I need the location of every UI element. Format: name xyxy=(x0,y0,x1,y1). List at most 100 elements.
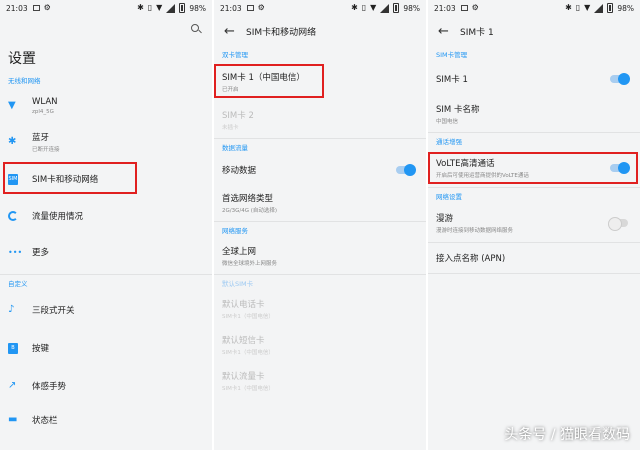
page-title: 设置 xyxy=(8,51,36,67)
sim1-item[interactable]: SIM卡 1（中国电信） 已开启 xyxy=(214,62,426,102)
notification-icon xyxy=(460,5,468,11)
roaming-toggle[interactable] xyxy=(608,217,628,231)
global-roaming-item[interactable]: 全球上网 微信全球境外上网服务 xyxy=(214,238,426,274)
data-usage-item[interactable]: 流量使用情况 xyxy=(0,198,212,234)
vibrate-icon: ▯ xyxy=(361,3,367,12)
status-time: 21:03 xyxy=(6,3,28,13)
buttons-title: 按键 xyxy=(32,344,50,354)
network-type-title: 首选网络类型 xyxy=(222,194,274,204)
global-sub: 微信全球境外上网服务 xyxy=(222,261,278,267)
statusbar-item[interactable]: ▬ 状态栏 xyxy=(0,405,212,435)
sim-network-panel: 21:03 ⚙ ✱ ▯ ▼ 98% ← SIM卡和移动网络 双卡管理 SIM卡 … xyxy=(214,0,426,450)
section-network: 网络设置 xyxy=(436,193,462,201)
notification-icon xyxy=(246,5,254,11)
default-data-title: 默认流量卡 xyxy=(222,372,265,382)
gestures-title: 体感手势 xyxy=(32,382,67,392)
bluetooth-status-icon: ✱ xyxy=(565,3,572,12)
settings-panel: 21:03 ⚙ ✱ ▯ ▼ 98% 设置 无线和网络 ▼ WLAN zpl4_5G… xyxy=(0,0,212,450)
statusbar-title: 状态栏 xyxy=(32,416,58,426)
apn-title: 接入点名称 (APN) xyxy=(436,254,506,264)
battery-icon xyxy=(393,3,400,13)
wifi-icon: ▼ xyxy=(8,100,16,111)
wifi-status-icon: ▼ xyxy=(370,3,377,12)
sim2-title: SIM卡 2 xyxy=(222,111,254,121)
default-sms-sub: SIM卡1（中国电信） xyxy=(222,350,274,356)
settings-notification-icon: ⚙ xyxy=(471,3,479,12)
section-sim: SIM卡管理 xyxy=(436,51,468,59)
sim1-panel: 21:03 ⚙ ✱ ▯ ▼ 98% ← SIM卡 1 SIM卡管理 SIM卡 1… xyxy=(428,0,640,450)
battery-percent: 98% xyxy=(617,3,634,13)
section-wireless: 无线和网络 xyxy=(8,77,41,85)
roaming-item[interactable]: 漫游 漫游时连接到移动数据网络服务 xyxy=(428,204,640,242)
data-usage-icon xyxy=(8,211,18,221)
default-sms-item: 默认短信卡 SIM卡1（中国电信） xyxy=(214,327,426,363)
section-default: 默认SIM卡 xyxy=(222,280,254,288)
section-data: 数据流量 xyxy=(222,144,248,152)
battery-icon xyxy=(607,3,614,13)
sim-network-item[interactable]: SIM SIM卡和移动网络 xyxy=(0,160,212,198)
statusbar-icon: ▬ xyxy=(8,414,18,425)
bluetooth-item[interactable]: ✱ 蓝牙已断开连接 xyxy=(0,124,212,160)
network-type-item[interactable]: 首选网络类型 2G/3G/4G (自动选择) xyxy=(214,185,426,221)
bluetooth-status-icon: ✱ xyxy=(137,3,144,12)
bluetooth-sub: 已断开连接 xyxy=(32,147,60,153)
wifi-status-icon: ▼ xyxy=(156,3,163,12)
settings-notification-icon: ⚙ xyxy=(257,3,265,12)
highlight-box xyxy=(428,152,638,184)
mobile-data-toggle[interactable] xyxy=(396,164,416,176)
watermark: 头条号 / 猫眼看数码 xyxy=(504,427,630,443)
signal-icon xyxy=(380,3,390,13)
back-arrow-icon[interactable]: ← xyxy=(224,24,246,39)
toolbar: ← SIM卡 1 xyxy=(428,16,640,46)
sim1-enable-item[interactable]: SIM卡 1 xyxy=(428,62,640,96)
notification-icon xyxy=(32,5,40,11)
signal-icon xyxy=(166,3,176,13)
battery-percent: 98% xyxy=(189,3,206,13)
back-arrow-icon[interactable]: ← xyxy=(438,24,460,39)
buttons-icon: B xyxy=(8,342,18,354)
gestures-item[interactable]: ↗ 体感手势 xyxy=(0,367,212,405)
page-title: SIM卡 1 xyxy=(460,27,494,38)
wlan-item[interactable]: ▼ WLAN zpl4_5G xyxy=(0,88,212,124)
signal-icon xyxy=(594,3,604,13)
roaming-sub: 漫游时连接到移动数据网络服务 xyxy=(436,228,514,234)
status-time: 21:03 xyxy=(434,3,456,13)
data-usage-title: 流量使用情况 xyxy=(32,212,84,222)
battery-percent: 98% xyxy=(403,3,420,13)
volte-item[interactable]: VoLTE高清通话 开启后可使用运营商提供的VoLTE通话 xyxy=(428,149,640,187)
default-sms-title: 默认短信卡 xyxy=(222,336,265,346)
default-data-item: 默认流量卡 SIM卡1（中国电信） xyxy=(214,363,426,399)
section-dual: 双卡管理 xyxy=(222,51,248,59)
section-custom: 自定义 xyxy=(8,280,28,288)
status-time: 21:03 xyxy=(220,3,242,13)
bell-icon: ♪ xyxy=(8,304,15,315)
settings-notification-icon: ⚙ xyxy=(43,3,51,12)
apn-item[interactable]: 接入点名称 (APN) xyxy=(428,243,640,273)
default-call-item: 默认电话卡 SIM卡1（中国电信） xyxy=(214,291,426,327)
mobile-data-title: 移动数据 xyxy=(222,166,257,176)
section-call: 通话增强 xyxy=(436,138,462,146)
alert-slider-item[interactable]: ♪ 三段式开关 xyxy=(0,291,212,329)
wlan-sub: zpl4_5G xyxy=(32,109,54,115)
wlan-title: WLAN xyxy=(32,97,58,107)
alert-slider-title: 三段式开关 xyxy=(32,306,75,316)
sim1-toggle[interactable] xyxy=(610,73,630,85)
toolbar: ← SIM卡和移动网络 xyxy=(214,16,426,46)
sim-name-title: SIM 卡名称 xyxy=(436,105,480,115)
sim-name-item[interactable]: SIM 卡名称中国电信 xyxy=(428,96,640,132)
search-icon[interactable] xyxy=(190,23,202,35)
bluetooth-title: 蓝牙 xyxy=(32,133,50,143)
gesture-icon: ↗ xyxy=(8,380,17,391)
bluetooth-status-icon: ✱ xyxy=(351,3,358,12)
highlight-box xyxy=(3,162,137,194)
bluetooth-icon: ✱ xyxy=(8,136,17,147)
more-item[interactable]: ••• 更多 xyxy=(0,234,212,270)
vibrate-icon: ▯ xyxy=(575,3,581,12)
sim-name-sub: 中国电信 xyxy=(436,119,459,125)
mobile-data-item[interactable]: 移动数据 xyxy=(214,155,426,185)
sim2-item: SIM卡 2 未插卡 xyxy=(214,102,426,138)
vibrate-icon: ▯ xyxy=(147,3,153,12)
more-icon: ••• xyxy=(8,247,23,257)
battery-icon xyxy=(179,3,186,13)
buttons-item[interactable]: B 按键 xyxy=(0,329,212,367)
